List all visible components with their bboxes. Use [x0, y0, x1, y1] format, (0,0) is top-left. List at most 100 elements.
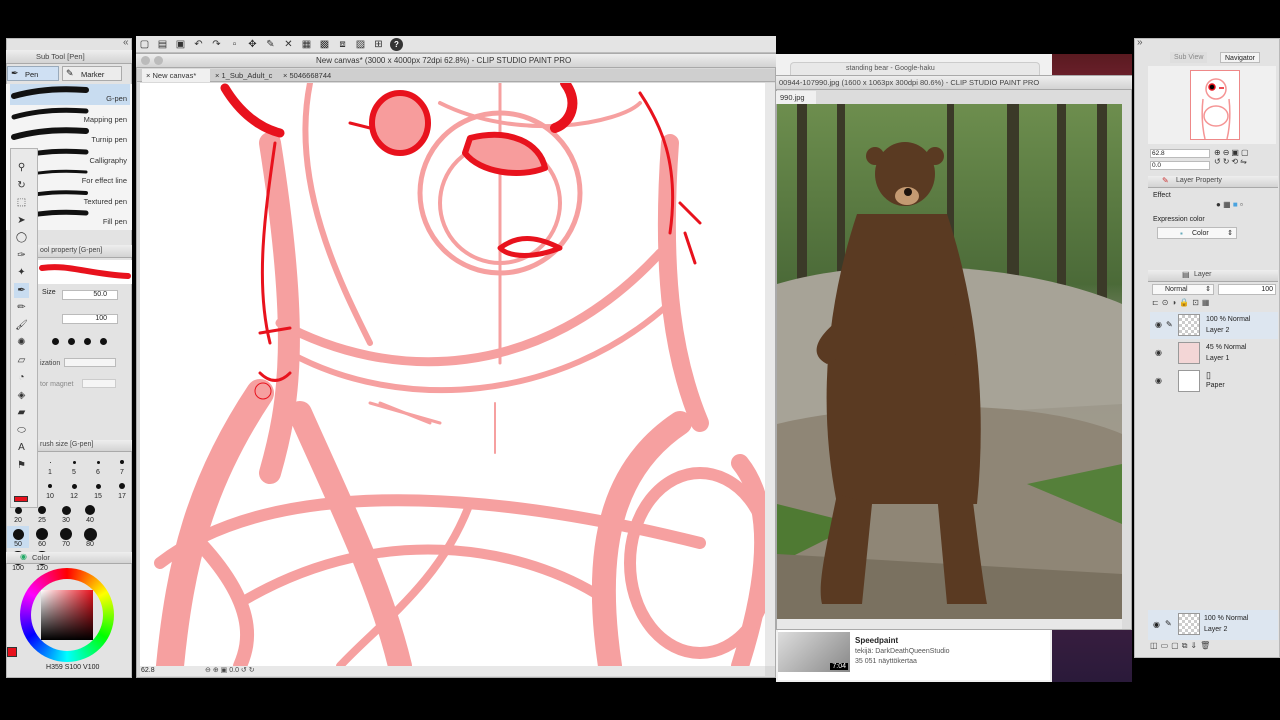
select-all-icon[interactable]: ▦ — [300, 38, 313, 51]
expression-color-select[interactable]: ▪ Color ⇕ — [1157, 227, 1237, 239]
tab-close-icon[interactable]: × — [215, 71, 219, 80]
save-icon[interactable]: ▣ — [174, 38, 187, 51]
reset-rotation-icon[interactable]: ⟲ — [1231, 157, 1240, 166]
brush-icon[interactable]: 🖌 — [14, 318, 29, 333]
vector-magnet-slider[interactable] — [82, 379, 116, 388]
shape-dot-4[interactable] — [100, 338, 107, 345]
crop-icon[interactable]: ⊞ — [372, 38, 385, 51]
ruler-icon[interactable]: ▩ — [318, 38, 331, 51]
video-result[interactable]: 7:04 Speedpaint tekijä: DarkDeathQueenSt… — [778, 630, 1050, 680]
pen-tool-icon[interactable]: ✎ — [264, 38, 277, 51]
effect-more-icon[interactable]: ▫ — [1240, 200, 1243, 209]
brush-item[interactable]: Mapping pen — [10, 105, 130, 126]
tab-marker[interactable]: ✎ Marker — [62, 66, 122, 81]
brush-size-item[interactable]: 50 — [7, 526, 29, 548]
blend-icon[interactable]: ◔ — [14, 370, 29, 385]
brush-size-item[interactable]: 6 — [87, 454, 109, 476]
brush-size-item[interactable]: 20 — [7, 502, 29, 524]
navigator-rotation-slider[interactable]: 0.0 — [1150, 161, 1210, 170]
main-color-swatch[interactable] — [7, 647, 17, 657]
new-vector-icon[interactable]: ▭ — [1161, 641, 1172, 650]
open-icon[interactable]: ▤ — [156, 38, 169, 51]
size-field[interactable]: 50.0 — [62, 290, 118, 300]
fill-icon[interactable]: ◈ — [14, 388, 29, 403]
brush-size-item[interactable]: 60 — [31, 526, 53, 548]
stabilization-slider[interactable] — [64, 358, 116, 367]
color-sv-square[interactable] — [41, 590, 93, 640]
shape-dot-1[interactable] — [52, 338, 59, 345]
new-folder-icon[interactable]: ▢ — [1171, 641, 1182, 650]
text-icon[interactable]: A — [14, 440, 29, 455]
brush-size-item[interactable]: 5 — [63, 454, 85, 476]
redo-icon[interactable]: ↷ — [210, 38, 223, 51]
zoom-in-icon[interactable]: ⊕ — [213, 667, 219, 674]
eye-icon[interactable]: ◉ — [1155, 376, 1162, 385]
layer-opacity-slider[interactable]: 100 — [1218, 284, 1276, 295]
brush-item[interactable]: G-pen — [10, 84, 130, 105]
zoom-icon[interactable]: ⚲ — [14, 160, 29, 175]
effect-color-icon[interactable]: ■ — [1233, 200, 1238, 209]
rotate-reset-icon[interactable]: ↻ — [249, 667, 255, 674]
brush-size-item[interactable]: 1 — [39, 454, 61, 476]
new-icon[interactable]: ▢ — [138, 38, 151, 51]
rotate-left-icon[interactable]: ↺ — [1214, 157, 1223, 166]
fit-window-icon[interactable]: ▢ — [1241, 148, 1251, 157]
tab-navigator[interactable]: Navigator — [1220, 52, 1260, 63]
canvas-vertical-scrollbar[interactable] — [765, 83, 775, 666]
new-layer-icon[interactable]: ◫ — [1150, 641, 1161, 650]
blend-mode-select[interactable]: Normal ⇕ — [1152, 284, 1214, 295]
brush-size-item[interactable]: 12 — [63, 478, 85, 500]
tab-sub-view[interactable]: Sub View — [1170, 52, 1208, 63]
eye-icon[interactable]: ◉ — [1153, 620, 1160, 629]
eyedropper-icon[interactable]: ✑ — [14, 248, 29, 263]
pen-icon[interactable]: ✒ — [14, 282, 29, 298]
layer-row[interactable]: ◉ ▯ Paper — [1150, 368, 1278, 395]
tab-pen[interactable]: ✒ Pen — [7, 66, 59, 81]
tab-close-icon[interactable]: × — [146, 71, 150, 80]
brush-size-item[interactable]: 15 — [87, 478, 109, 500]
gradient-icon[interactable]: ▰ — [14, 405, 29, 420]
clear-icon[interactable]: ▫ — [228, 38, 241, 51]
mask-icon[interactable]: ⊡ — [1192, 298, 1202, 307]
video-thumbnail[interactable]: 7:04 — [778, 632, 850, 672]
reference-icon[interactable]: ⊙ — [1162, 298, 1172, 307]
eye-icon[interactable]: ◉ — [1155, 348, 1162, 357]
zoom-in-icon[interactable]: ⊕ — [1214, 148, 1223, 157]
ruler-icon[interactable]: ▦ — [1202, 298, 1213, 307]
minimize-window-icon[interactable] — [154, 56, 163, 65]
collapse-icon[interactable]: « — [123, 37, 129, 48]
zoom-out-icon[interactable]: ⊖ — [205, 667, 211, 674]
shape-dot-2[interactable] — [68, 338, 75, 345]
trash-icon[interactable]: 🗑 — [1200, 641, 1213, 650]
layer-row[interactable]: ◉ 45 % Normal Layer 1 — [1150, 340, 1278, 367]
close-window-icon[interactable] — [141, 56, 150, 65]
effect-tone-icon[interactable]: ▦ — [1223, 200, 1231, 209]
snap-icon[interactable]: ⧈ — [336, 38, 349, 51]
pencil-icon[interactable]: ✏ — [14, 300, 29, 315]
merge-icon[interactable]: ⇓ — [1190, 641, 1200, 650]
magic-wand-icon[interactable]: ✦ — [14, 265, 29, 280]
brush-size-item[interactable]: 30 — [55, 502, 77, 524]
brush-shape-buttons[interactable] — [46, 335, 120, 347]
help-icon[interactable]: ? — [390, 38, 403, 51]
transform-icon[interactable]: ✥ — [246, 38, 259, 51]
fit-icon[interactable]: ▣ — [221, 667, 228, 674]
effect-border-icon[interactable]: ● — [1216, 200, 1221, 209]
close-icon[interactable]: ✕ — [282, 38, 295, 51]
grid-icon[interactable]: ▨ — [354, 38, 367, 51]
rotate-icon[interactable]: ↺ — [241, 667, 247, 674]
eye-icon[interactable]: ◉ — [1155, 320, 1162, 329]
figure-icon[interactable]: ⬭ — [14, 423, 29, 438]
tab-sub-adult[interactable]: × 1_Sub_Adult_c — [211, 69, 277, 82]
lasso-icon[interactable]: ◯ — [14, 230, 29, 245]
brush-size-item[interactable]: 7 — [111, 454, 133, 476]
actual-size-icon[interactable]: ▣ — [1231, 148, 1241, 157]
browser-tab[interactable]: standing bear - Google-haku — [790, 62, 1040, 75]
brush-item[interactable]: Turnip pen — [10, 125, 130, 146]
brush-size-item[interactable]: 80 — [79, 526, 101, 548]
tab-new-canvas[interactable]: × New canvas* — [142, 69, 210, 82]
shape-dot-3[interactable] — [84, 338, 91, 345]
undo-icon[interactable]: ↶ — [192, 38, 205, 51]
layer-row[interactable]: ◉ ✎ 100 % Normal Layer 2 — [1150, 312, 1278, 339]
video-author[interactable]: tekijä: DarkDeathQueenStudio — [855, 648, 950, 655]
